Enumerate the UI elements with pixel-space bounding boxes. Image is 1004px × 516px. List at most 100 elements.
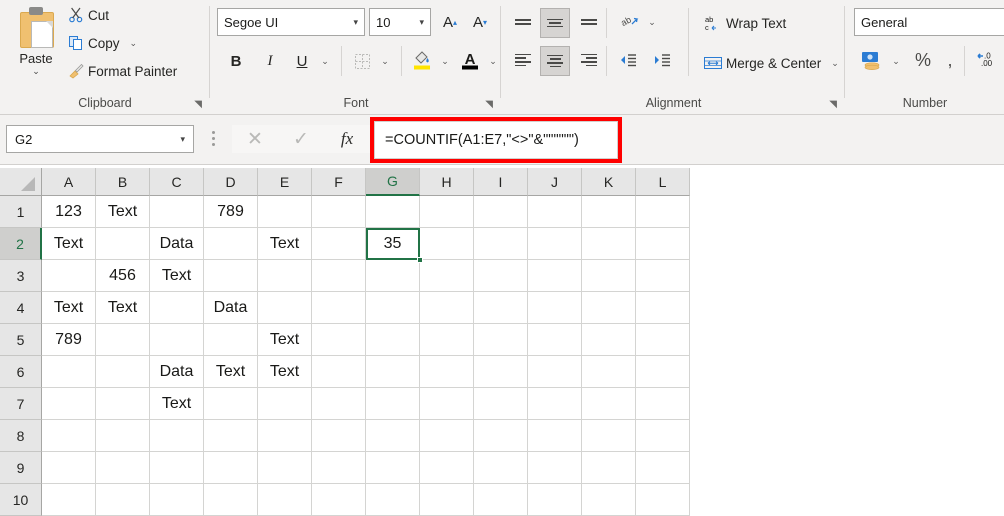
decrease-font-size-button[interactable]: A ▾: [467, 8, 493, 36]
row-header-10[interactable]: 10: [0, 484, 42, 516]
confirm-entry-button[interactable]: ✓: [278, 125, 324, 153]
cell-I5[interactable]: [474, 324, 528, 356]
cell-L6[interactable]: [636, 356, 690, 388]
cell-C7[interactable]: Text: [150, 388, 204, 420]
cell-J7[interactable]: [528, 388, 582, 420]
column-header-H[interactable]: H: [420, 168, 474, 196]
cell-D4[interactable]: Data: [204, 292, 258, 324]
alignment-dialog-launcher[interactable]: ◥: [829, 99, 837, 110]
cell-C6[interactable]: Data: [150, 356, 204, 388]
cell-B6[interactable]: [96, 356, 150, 388]
column-header-E[interactable]: E: [258, 168, 312, 196]
cell-F1[interactable]: [312, 196, 366, 228]
cell-E10[interactable]: [258, 484, 312, 516]
cell-H4[interactable]: [420, 292, 474, 324]
formula-bar-grip[interactable]: [212, 131, 216, 147]
cell-E2[interactable]: Text: [258, 228, 312, 260]
row-header-1[interactable]: 1: [0, 196, 42, 228]
cell-B3[interactable]: 456: [96, 260, 150, 292]
comma-style-button[interactable]: ,: [940, 46, 960, 74]
percent-style-button[interactable]: %: [910, 46, 936, 74]
cell-F2[interactable]: [312, 228, 366, 260]
cell-J1[interactable]: [528, 196, 582, 228]
cell-L8[interactable]: [636, 420, 690, 452]
chevron-down-icon[interactable]: ⌄: [831, 58, 839, 69]
cell-H6[interactable]: [420, 356, 474, 388]
cell-I10[interactable]: [474, 484, 528, 516]
row-header-3[interactable]: 3: [0, 260, 42, 292]
cell-C2[interactable]: Data: [150, 228, 204, 260]
cell-A7[interactable]: [42, 388, 96, 420]
cell-G8[interactable]: [366, 420, 420, 452]
cell-E8[interactable]: [258, 420, 312, 452]
fill-color-dropdown-chevron-down-icon[interactable]: ⌄: [437, 48, 453, 74]
cell-F6[interactable]: [312, 356, 366, 388]
cell-A6[interactable]: [42, 356, 96, 388]
cell-A8[interactable]: [42, 420, 96, 452]
cell-D2[interactable]: [204, 228, 258, 260]
cell-H9[interactable]: [420, 452, 474, 484]
cell-A4[interactable]: Text: [42, 292, 96, 324]
underline-button[interactable]: U: [289, 48, 315, 74]
cell-D8[interactable]: [204, 420, 258, 452]
cell-D3[interactable]: [204, 260, 258, 292]
font-size-combobox[interactable]: 10 ▾: [369, 8, 431, 36]
cell-B1[interactable]: Text: [96, 196, 150, 228]
column-header-K[interactable]: K: [582, 168, 636, 196]
chevron-down-icon[interactable]: ▾: [180, 134, 193, 145]
cell-G5[interactable]: [366, 324, 420, 356]
orientation-button[interactable]: ab: [616, 8, 644, 36]
cell-A9[interactable]: [42, 452, 96, 484]
cell-I7[interactable]: [474, 388, 528, 420]
cell-L4[interactable]: [636, 292, 690, 324]
chevron-down-icon[interactable]: ▾: [353, 17, 364, 28]
align-middle-button[interactable]: [540, 8, 570, 38]
accounting-format-button[interactable]: [856, 46, 886, 74]
cell-C10[interactable]: [150, 484, 204, 516]
row-header-6[interactable]: 6: [0, 356, 42, 388]
select-all-button[interactable]: [0, 168, 42, 196]
orientation-dropdown-chevron-down-icon[interactable]: ⌄: [644, 10, 660, 34]
cell-B2[interactable]: [96, 228, 150, 260]
cell-L10[interactable]: [636, 484, 690, 516]
chevron-down-icon[interactable]: ▾: [419, 17, 430, 28]
cell-L3[interactable]: [636, 260, 690, 292]
cell-C5[interactable]: [150, 324, 204, 356]
cell-L2[interactable]: [636, 228, 690, 260]
row-header-7[interactable]: 7: [0, 388, 42, 420]
cell-D1[interactable]: 789: [204, 196, 258, 228]
borders-dropdown-chevron-down-icon[interactable]: ⌄: [377, 48, 393, 74]
bold-button[interactable]: B: [223, 48, 249, 74]
decrease-indent-button[interactable]: [614, 48, 642, 72]
cell-F4[interactable]: [312, 292, 366, 324]
cell-C3[interactable]: Text: [150, 260, 204, 292]
copy-button[interactable]: Copy ⌄: [64, 30, 137, 56]
cell-A2[interactable]: Text: [42, 228, 96, 260]
cell-J8[interactable]: [528, 420, 582, 452]
row-header-9[interactable]: 9: [0, 452, 42, 484]
cell-A3[interactable]: [42, 260, 96, 292]
cell-L1[interactable]: [636, 196, 690, 228]
cell-I3[interactable]: [474, 260, 528, 292]
wrap-text-button[interactable]: ab c Wrap Text: [700, 10, 786, 36]
cell-H10[interactable]: [420, 484, 474, 516]
cancel-entry-button[interactable]: ✕: [232, 125, 278, 153]
cell-G4[interactable]: [366, 292, 420, 324]
column-header-A[interactable]: A: [42, 168, 96, 196]
cell-E5[interactable]: Text: [258, 324, 312, 356]
fill-color-button[interactable]: [409, 46, 435, 74]
cell-D6[interactable]: Text: [204, 356, 258, 388]
cell-H3[interactable]: [420, 260, 474, 292]
align-bottom-button[interactable]: [576, 10, 602, 34]
cell-G6[interactable]: [366, 356, 420, 388]
cell-E4[interactable]: [258, 292, 312, 324]
align-top-button[interactable]: [510, 10, 536, 34]
column-header-D[interactable]: D: [204, 168, 258, 196]
name-box[interactable]: G2 ▾: [6, 125, 194, 153]
column-header-B[interactable]: B: [96, 168, 150, 196]
cell-C1[interactable]: [150, 196, 204, 228]
format-painter-button[interactable]: Format Painter: [64, 58, 177, 84]
column-header-L[interactable]: L: [636, 168, 690, 196]
cell-H2[interactable]: [420, 228, 474, 260]
cell-J9[interactable]: [528, 452, 582, 484]
